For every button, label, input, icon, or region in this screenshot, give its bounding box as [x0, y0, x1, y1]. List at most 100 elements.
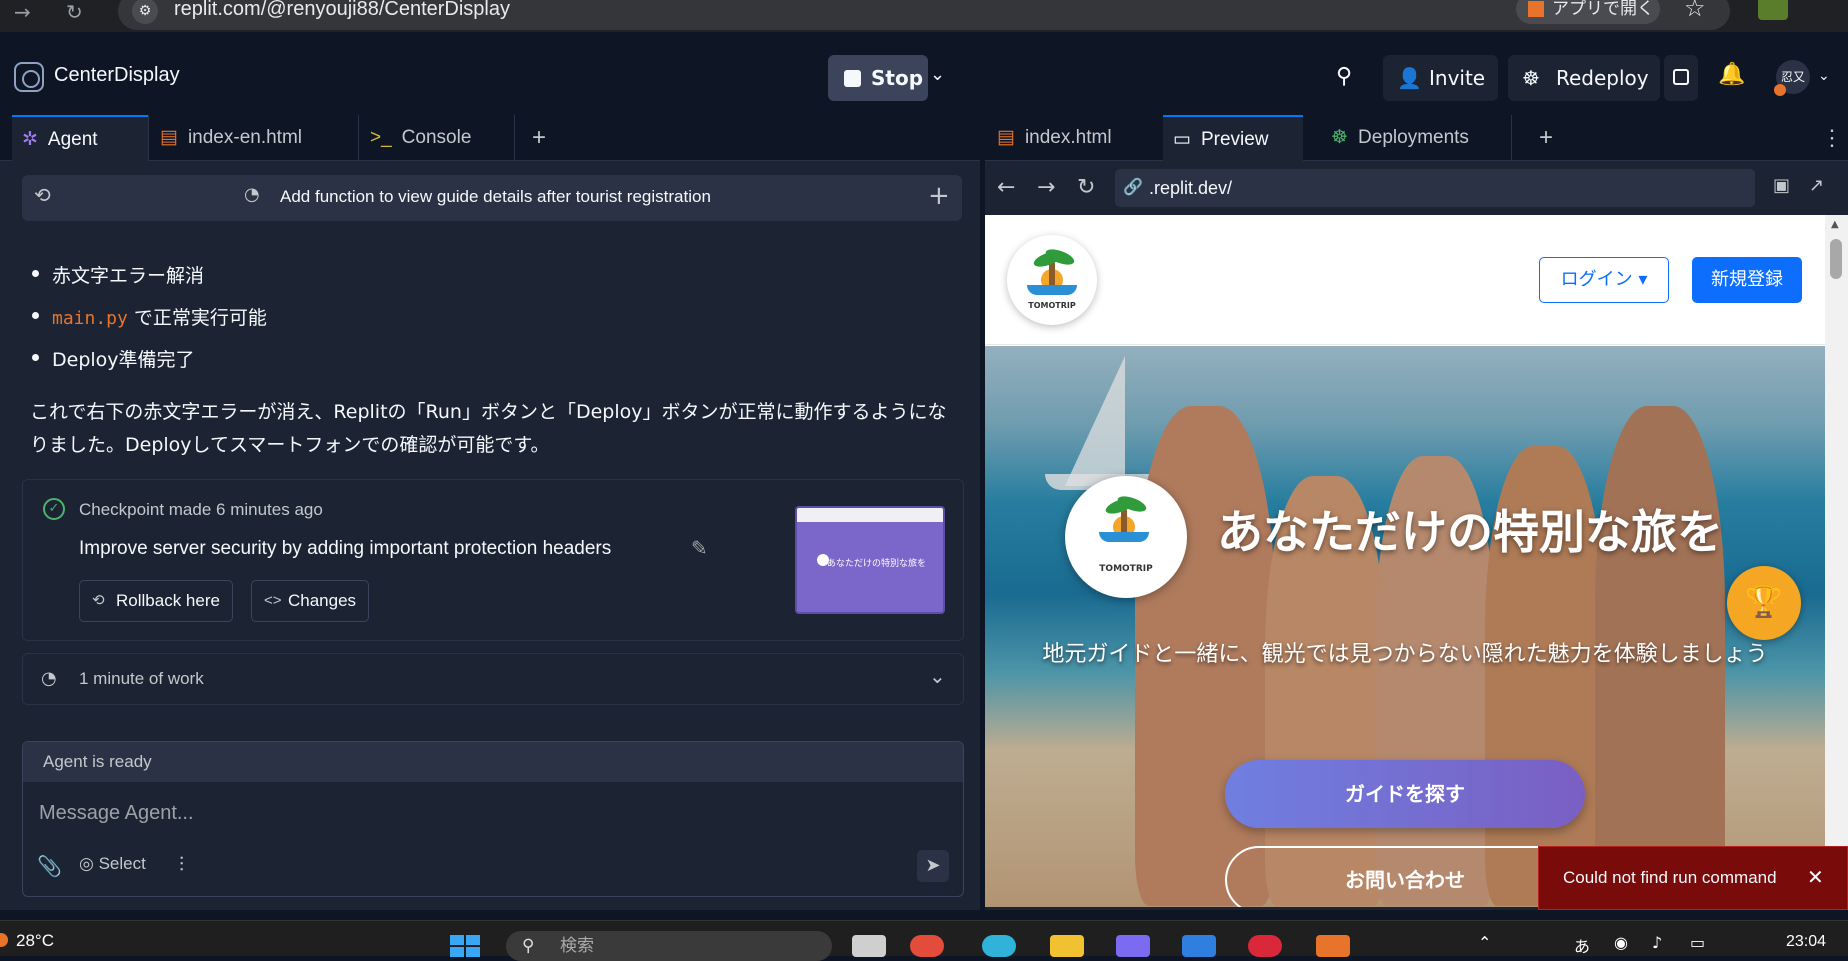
login-label: ログイン [1560, 269, 1633, 290]
new-chat-button[interactable]: + [928, 181, 950, 211]
link-icon: 🔗 [1123, 179, 1143, 196]
work-summary[interactable]: ◔ 1 minute of work ⌄ [22, 653, 964, 705]
battery-icon[interactable]: ▭ [1690, 933, 1705, 952]
history-icon[interactable]: ⟲ [34, 183, 51, 207]
ime-indicator[interactable]: あ [1574, 933, 1590, 957]
os-taskbar: 28°C ⚲ 検索 ⌃ あ ◉ ♪ ▭ 23:04 [0, 920, 1848, 961]
monitor-icon: ▭ [1173, 129, 1191, 150]
preview-scrollbar[interactable]: ▲ [1825, 215, 1848, 907]
wifi-icon[interactable]: ◉ [1614, 933, 1628, 952]
list-item: main.py で正常実行可能 [30, 303, 267, 345]
pencil-icon[interactable]: ✎ [691, 536, 708, 560]
chevron-down-icon[interactable]: ⌄ [929, 664, 946, 688]
clock[interactable]: 23:04 [1786, 933, 1826, 951]
external-link-icon[interactable]: ↗ [1809, 175, 1824, 196]
edge-icon[interactable] [982, 935, 1016, 957]
code-icon: <> [264, 592, 282, 609]
find-guide-button[interactable]: ガイドを探す [1225, 760, 1585, 828]
app-icon [1528, 1, 1544, 17]
stop-square-icon [844, 70, 861, 87]
redeploy-button[interactable]: ☸ Redeploy [1508, 55, 1660, 101]
chevron-up-icon[interactable]: ⌃ [1478, 933, 1491, 952]
add-tab-button[interactable]: + [532, 115, 546, 161]
select-label: Select [98, 854, 146, 873]
chrome-icon[interactable] [910, 935, 944, 957]
bookmark-star-icon[interactable]: ☆ [1684, 0, 1706, 22]
message-composer: Agent is ready 📎 ◎ Select ⫶ ➤ [22, 741, 964, 897]
todo-icon[interactable] [1182, 935, 1216, 957]
devices-icon[interactable]: ▣ [1773, 175, 1790, 196]
trophy-icon[interactable]: 🏆 [1727, 566, 1801, 640]
message-input[interactable] [39, 798, 939, 828]
chevron-down-icon[interactable]: ⌄ [930, 64, 945, 85]
settings-sliders-icon[interactable]: ⫶ [179, 852, 184, 876]
file-icon[interactable] [852, 935, 886, 957]
close-icon[interactable]: ✕ [1807, 847, 1824, 909]
contact-button[interactable]: お問い合わせ [1225, 846, 1585, 907]
pinterest-icon[interactable] [1248, 935, 1282, 957]
tab-label: Console [401, 127, 472, 148]
profile-icon[interactable] [1758, 0, 1788, 20]
taskbar-search[interactable]: ⚲ 検索 [506, 931, 832, 961]
gauge-icon: ◔ [244, 184, 260, 205]
select-button[interactable]: ◎ Select [79, 854, 146, 874]
brand-name[interactable]: TomoTrip [1119, 263, 1227, 291]
scrollbar-thumb[interactable] [1830, 239, 1842, 279]
windows-start-icon[interactable] [450, 935, 482, 957]
html-file-icon: ▤ [997, 127, 1015, 148]
tab-index-en-html[interactable]: ▤ index-en.html [160, 115, 356, 161]
deploy-icon: ☸ [1522, 66, 1540, 90]
preview-site: TOMOTRIP TomoTrip ログイン ▾ 新規登録 TOMOTRIP あ… [985, 215, 1825, 907]
folder-icon[interactable] [1050, 935, 1084, 957]
tab-console[interactable]: >_ Console [370, 115, 506, 161]
open-in-app-button[interactable]: アプリで開く [1516, 0, 1660, 24]
site-logo[interactable]: TOMOTRIP [1007, 235, 1097, 325]
scroll-up-icon[interactable]: ▲ [1831, 219, 1839, 230]
stop-label: Stop [871, 66, 924, 90]
workspace-header: CenterDisplay Stop ⌄ ⚲ 👤 Invite ☸ Redeploy… [0, 38, 1848, 115]
add-tab-button[interactable]: + [1539, 115, 1553, 161]
forward-icon[interactable]: → [14, 0, 31, 24]
tab-agent[interactable]: ✲ Agent [12, 115, 148, 161]
preview-url-bar[interactable]: 🔗 .replit.dev/ [1115, 169, 1755, 207]
tab-divider [514, 115, 515, 161]
more-options-icon[interactable]: ⋮ [1821, 115, 1843, 161]
changes-button[interactable]: <> Changes [251, 580, 370, 622]
terminal-icon: >_ [370, 127, 392, 148]
list-item: 赤文字エラー解消 [30, 261, 267, 303]
tab-index-html[interactable]: ▤ index.html [997, 115, 1147, 161]
avatar[interactable]: 忍又 [1774, 60, 1810, 96]
login-dropdown[interactable]: ログイン ▾ [1539, 257, 1669, 303]
reload-icon[interactable]: ↻ [1077, 175, 1095, 200]
sea-shape [1027, 285, 1077, 295]
search-icon[interactable]: ⚲ [1336, 64, 1352, 89]
tab-deployments[interactable]: ☸ Deployments [1331, 115, 1501, 161]
chevron-down-icon[interactable]: ⌄ [1818, 68, 1830, 84]
tab-preview[interactable]: ▭ Preview [1163, 115, 1303, 161]
forward-icon[interactable]: → [1037, 175, 1055, 200]
chat-area: ⟲ ◔ Add function to view guide details a… [0, 161, 980, 910]
logo-text: TOMOTRIP [1099, 564, 1153, 574]
reload-icon[interactable]: ↻ [66, 0, 83, 24]
agent-icon: ✲ [22, 129, 38, 150]
back-icon[interactable]: ← [997, 175, 1015, 200]
copilot-icon[interactable] [1116, 935, 1150, 957]
rollback-button[interactable]: ⟲ Rollback here [79, 580, 233, 622]
invite-button[interactable]: 👤 Invite [1383, 55, 1498, 101]
bell-icon[interactable]: 🔔 [1718, 62, 1745, 87]
checkpoint-thumbnail[interactable]: あなただけの特別な旅を [795, 506, 945, 614]
tab-label: index.html [1024, 127, 1112, 148]
signup-button[interactable]: 新規登録 [1692, 257, 1802, 303]
paperclip-icon[interactable]: 📎 [37, 854, 62, 878]
preview-url: .replit.dev/ [1149, 178, 1233, 198]
stop-button[interactable]: Stop [828, 55, 928, 101]
replit-logo-icon[interactable] [14, 62, 44, 92]
hero-section: TOMOTRIP あなただけの特別な旅を 地元ガイドと一緒に、観光では見つからな… [985, 346, 1825, 907]
result-list: 赤文字エラー解消 main.py で正常実行可能 Deploy準備完了 [30, 261, 267, 387]
volume-icon[interactable]: ♪ [1652, 933, 1662, 952]
send-button[interactable]: ➤ [917, 850, 949, 882]
replit-app-icon[interactable] [1316, 935, 1350, 957]
project-name[interactable]: CenterDisplay [54, 64, 180, 87]
weather-widget[interactable]: 28°C [0, 931, 54, 951]
copy-button[interactable] [1664, 55, 1698, 101]
